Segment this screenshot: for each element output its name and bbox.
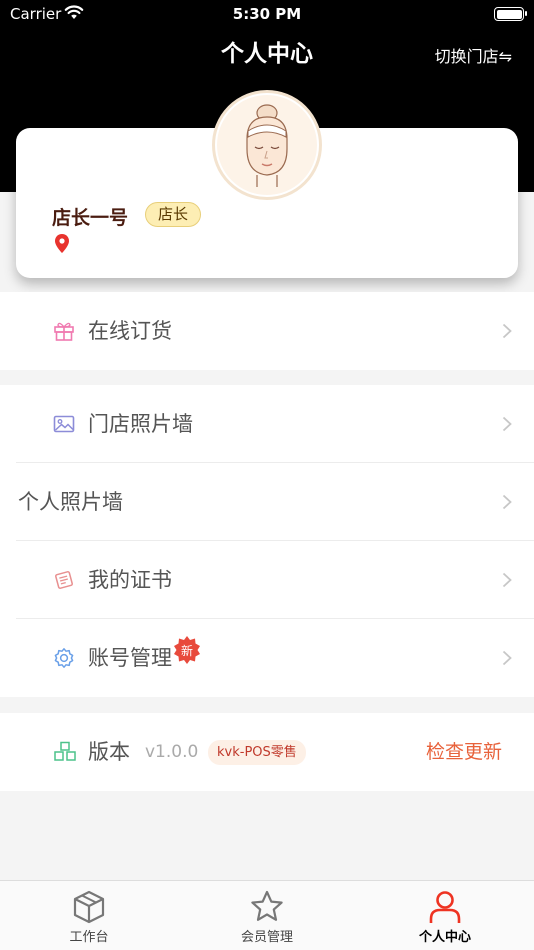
account-management-label: 账号管理 <box>88 646 172 670</box>
my-certificates-item[interactable]: 我的证书 <box>0 541 534 619</box>
tab-workbench-label: 工作台 <box>69 930 109 945</box>
store-photo-wall-item[interactable]: 门店照片墙 <box>0 385 534 463</box>
avatar[interactable] <box>212 90 322 200</box>
settings-section: 门店照片墙 个人照片墙 我的证书 账号管理 新 <box>0 385 534 697</box>
version-tag: kvk-POS零售 <box>208 740 306 765</box>
my-certificates-label: 我的证书 <box>88 568 172 592</box>
online-order-item[interactable]: 在线订货 <box>0 292 534 370</box>
chevron-right-icon <box>502 650 512 670</box>
order-section: 在线订货 <box>0 292 534 370</box>
star-icon <box>249 889 285 929</box>
tab-personal-center-label: 个人中心 <box>418 930 471 945</box>
status-bar: Carrier 5:30 PM <box>0 0 534 28</box>
version-item: 版本 v1.0.0 kvk-POS零售 检查更新 <box>0 713 534 791</box>
tab-member-management-label: 会员管理 <box>240 930 293 945</box>
check-update-button[interactable]: 检查更新 <box>426 713 502 791</box>
chevron-right-icon <box>502 572 512 592</box>
switch-store-button[interactable]: 切换门店⇋ <box>435 43 512 67</box>
image-icon <box>53 413 75 435</box>
chevron-right-icon <box>502 494 512 514</box>
tab-member-management[interactable]: 会员管理 <box>178 881 356 950</box>
chevron-right-icon <box>502 416 512 436</box>
chevron-right-icon <box>502 323 512 343</box>
online-order-label: 在线订货 <box>88 319 172 343</box>
tab-bar: 工作台 会员管理 个人中心 <box>0 880 534 950</box>
version-number: v1.0.0 <box>145 742 199 762</box>
location-pin-icon <box>55 234 69 257</box>
face-illustration-icon <box>217 95 317 195</box>
cubes-icon <box>53 741 76 763</box>
version-section: 版本 v1.0.0 kvk-POS零售 检查更新 <box>0 713 534 791</box>
gift-icon <box>53 320 75 342</box>
user-name: 店长一号 <box>52 207 129 229</box>
certificate-icon <box>53 569 75 591</box>
tab-personal-center[interactable]: 个人中心 <box>356 881 534 950</box>
version-label: 版本 <box>88 740 130 764</box>
new-badge: 新 <box>172 635 202 669</box>
clock: 5:30 PM <box>232 5 302 23</box>
battery-icon <box>494 7 527 21</box>
personal-photo-wall-label: 个人照片墙 <box>18 490 123 514</box>
tab-workbench[interactable]: 工作台 <box>0 881 178 950</box>
gear-icon <box>53 647 75 669</box>
role-badge: 店长 <box>145 202 202 227</box>
account-management-item[interactable]: 账号管理 新 <box>0 619 534 697</box>
person-icon <box>427 889 463 929</box>
box-icon <box>71 889 107 929</box>
new-badge-text: 新 <box>181 643 193 658</box>
store-photo-wall-label: 门店照片墙 <box>88 412 193 436</box>
personal-photo-wall-item[interactable]: 个人照片墙 <box>0 463 534 541</box>
